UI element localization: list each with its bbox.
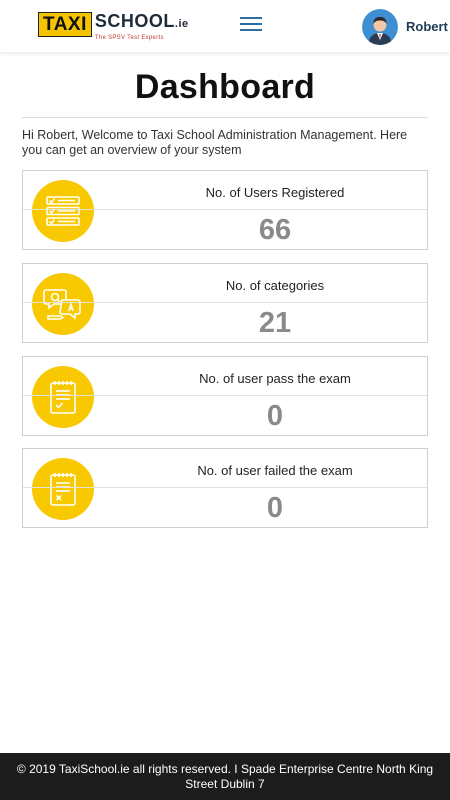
card-label: No. of categories <box>225 278 325 293</box>
title-divider <box>22 117 428 118</box>
page-title: Dashboard <box>134 68 316 106</box>
card-value: 66 <box>258 214 292 246</box>
stat-card-users-registered: No. of Users Registered 66 <box>22 170 428 250</box>
user-avatar-icon[interactable] <box>362 9 398 45</box>
stat-card-users-passed: No. of user pass the exam 0 <box>22 356 428 436</box>
card-label: No. of Users Registered <box>205 185 345 200</box>
card-label: No. of user failed the exam <box>197 463 353 478</box>
logo-suffix: .ie <box>174 18 189 30</box>
dashboard-page: TAXI SCHOOL.ie The SPSV Test Experts Rob… <box>0 0 450 800</box>
taxi-school-logo[interactable]: TAXI SCHOOL.ie The SPSV Test Experts <box>38 12 189 42</box>
card-value: 21 <box>258 307 292 339</box>
user-name[interactable]: Robert <box>406 19 448 34</box>
logo-taxi-text: TAXI <box>38 12 92 37</box>
card-value: 0 <box>266 492 284 524</box>
checklist-icon <box>32 180 94 242</box>
card-value: 0 <box>266 400 284 432</box>
document-check-icon <box>32 366 94 428</box>
page-footer: © 2019 TaxiSchool.ie all rights reserved… <box>0 753 450 800</box>
stat-card-categories: No. of categories 21 <box>22 263 428 343</box>
document-fail-icon <box>32 458 94 520</box>
logo-school-text: SCHOOL <box>94 11 175 31</box>
chat-bubbles-icon <box>32 273 94 335</box>
stat-card-users-failed: No. of user failed the exam 0 <box>22 448 428 528</box>
app-header: TAXI SCHOOL.ie The SPSV Test Experts Rob… <box>0 0 450 52</box>
logo-tagline: The SPSV Test Experts <box>94 35 164 41</box>
welcome-message: Hi Robert, Welcome to Taxi School Admini… <box>22 128 408 157</box>
card-label: No. of user pass the exam <box>199 371 351 386</box>
hamburger-menu-icon[interactable] <box>240 17 262 35</box>
